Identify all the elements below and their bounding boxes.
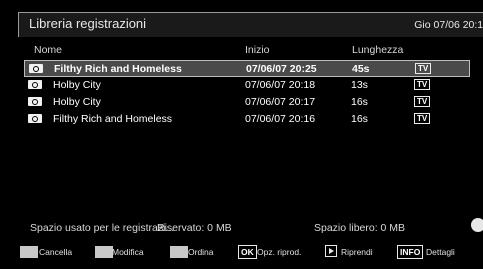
column-header-name: Nome: [34, 44, 63, 56]
page-title: Libreria registrazioni: [29, 16, 147, 31]
info-key-icon: INFO: [397, 245, 424, 259]
recording-row[interactable]: Holby City 07/06/07 20:17 16s TV: [24, 94, 470, 111]
reserved-space-label: Riservato: 0 MB: [157, 222, 232, 234]
recording-icon: [29, 64, 43, 73]
edit-label: Modifica: [112, 247, 144, 257]
tv-icon: TV: [415, 63, 432, 74]
tv-icon: TV: [414, 96, 431, 107]
column-header-start: Inizio: [245, 44, 270, 56]
recordings-list: Filthy Rich and Homeless 07/06/07 20:25 …: [24, 60, 470, 128]
sort-label: Ordina: [188, 247, 214, 257]
recording-icon: [28, 114, 42, 123]
recording-row[interactable]: Filthy Rich and Homeless 07/06/07 20:25 …: [24, 60, 470, 77]
recording-start: 07/06/07 20:16: [245, 113, 316, 125]
color-key-swatch: [95, 246, 113, 258]
recording-length: 13s: [351, 79, 368, 91]
recording-start: 07/06/07 20:17: [245, 96, 316, 108]
info-label: Dettagli: [426, 247, 455, 257]
recording-length: 45s: [352, 63, 370, 75]
recording-start: 07/06/07 20:18: [245, 79, 316, 91]
color-key-swatch: [20, 246, 38, 258]
tv-icon: TV: [414, 79, 431, 90]
recording-name: Filthy Rich and Homeless: [54, 63, 182, 75]
tv-icon: TV: [414, 113, 431, 124]
delete-label: Cancella: [39, 247, 73, 257]
recording-name: Holby City: [53, 96, 101, 108]
recording-icon: [28, 97, 42, 106]
column-header-length: Lunghezza: [352, 44, 404, 56]
recording-name: Filthy Rich and Homeless: [53, 113, 173, 125]
used-space-label: Spazio usato per le registrazi...: [30, 222, 175, 234]
recording-length: 16s: [351, 113, 368, 125]
play-options-label: Opz. riprod.: [257, 247, 302, 257]
key-legend: Cancella Modifica Ordina OK Opz. riprod.…: [0, 244, 483, 262]
recording-row[interactable]: Filthy Rich and Homeless 07/06/07 20:16 …: [24, 111, 470, 128]
color-key-swatch: [170, 246, 188, 258]
resume-label: Riprendi: [341, 247, 373, 257]
clock-display: Gio 07/06 20:15: [414, 19, 483, 31]
disk-usage-indicator: [471, 218, 483, 232]
free-space-label: Spazio libero: 0 MB: [314, 222, 406, 234]
recording-row[interactable]: Holby City 07/06/07 20:18 13s TV: [24, 77, 470, 94]
recording-name: Holby City: [53, 79, 101, 91]
recording-icon: [28, 80, 42, 89]
play-icon: [325, 245, 337, 257]
recording-start: 07/06/07 20:25: [246, 63, 317, 75]
ok-key-icon: OK: [238, 245, 257, 259]
recording-length: 16s: [351, 96, 368, 108]
title-bar: Libreria registrazioni Gio 07/06 20:15: [18, 12, 483, 37]
